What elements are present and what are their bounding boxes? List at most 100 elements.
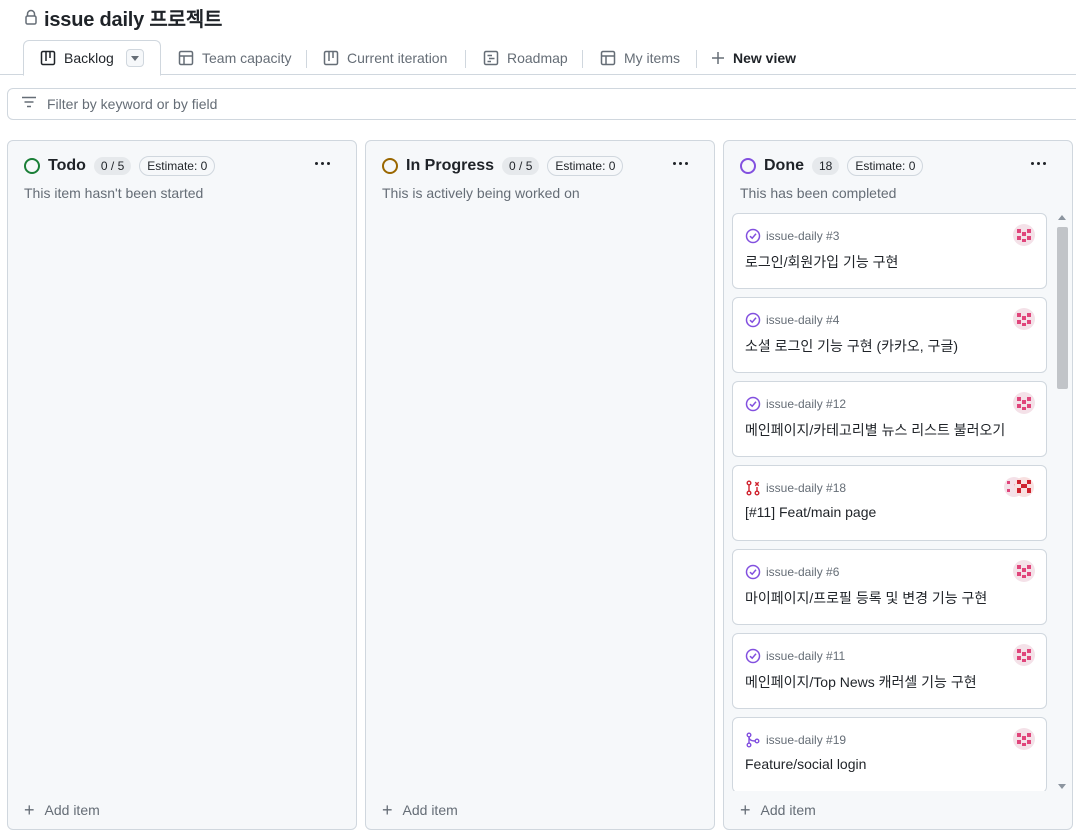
- tab-divider: [465, 50, 466, 68]
- plus-icon: +: [740, 800, 751, 820]
- card-reference[interactable]: issue-daily #3: [745, 228, 839, 244]
- project-title: issue daily 프로젝트: [44, 8, 223, 31]
- pull-request-card[interactable]: issue-daily #19 Feature/social login: [732, 717, 1047, 791]
- avatar[interactable]: [1013, 224, 1035, 246]
- column-menu-button[interactable]: [310, 153, 334, 173]
- card-title[interactable]: 소셜 로그인 기능 구현 (카카오, 구글): [745, 336, 958, 356]
- column-menu-button[interactable]: [1026, 153, 1050, 173]
- card-ref-label: issue-daily #19: [766, 733, 847, 747]
- new-view-label: New view: [733, 49, 797, 66]
- card-reference[interactable]: issue-daily #12: [745, 396, 846, 412]
- card-reference[interactable]: issue-daily #19: [745, 732, 846, 748]
- plus-icon: +: [382, 800, 393, 820]
- card-title[interactable]: 메인페이지/카테고리별 뉴스 리스트 불러오기: [745, 420, 1005, 440]
- board-icon: [323, 50, 339, 66]
- triangle-down-icon: [130, 55, 139, 61]
- estimate-badge: Estimate: 0: [847, 156, 924, 176]
- card-reference[interactable]: issue-daily #11: [745, 648, 845, 664]
- card-title[interactable]: 메인페이지/Top News 캐러셀 기능 구현: [745, 672, 977, 692]
- status-circle-icon: [24, 158, 40, 174]
- item-count-badge: 0 / 5: [93, 157, 132, 175]
- tab-my-items[interactable]: My items: [600, 40, 680, 75]
- lock-icon: [24, 9, 38, 25]
- issue-card[interactable]: issue-daily #12 메인페이지/카테고리별 뉴스 리스트 불러오기: [732, 381, 1047, 457]
- card-title[interactable]: 마이페이지/프로필 등록 및 변경 기능 구현: [745, 588, 987, 608]
- estimate-badge: Estimate: 0: [139, 156, 216, 176]
- avatar[interactable]: [1013, 728, 1035, 750]
- column-done: Done 18 Estimate: 0 This has been comple…: [723, 140, 1073, 830]
- column-in-progress: In Progress 0 / 5 Estimate: 0 This is ac…: [365, 140, 715, 830]
- card-reference[interactable]: issue-daily #6: [745, 564, 839, 580]
- card-title[interactable]: 로그인/회원가입 기능 구현: [745, 252, 898, 272]
- pull-request-card[interactable]: issue-daily #18 [#11] Feat/main page: [732, 465, 1047, 541]
- board-icon: [40, 50, 56, 66]
- issue-card[interactable]: issue-daily #11 메인페이지/Top News 캐러셀 기능 구현: [732, 633, 1047, 709]
- add-item-label: Add item: [44, 802, 100, 818]
- roadmap-icon: [483, 50, 499, 66]
- tab-backlog[interactable]: Backlog: [23, 40, 161, 76]
- estimate-badge: Estimate: 0: [547, 156, 624, 176]
- project-header: issue daily 프로젝트: [24, 5, 223, 31]
- column-header: In Progress 0 / 5 Estimate: 0: [382, 156, 624, 176]
- column-name: Todo: [48, 157, 86, 174]
- issue-card[interactable]: issue-daily #3 로그인/회원가입 기능 구현: [732, 213, 1047, 289]
- tab-current-iteration[interactable]: Current iteration: [323, 40, 447, 75]
- status-circle-icon: [740, 158, 756, 174]
- column-menu-button[interactable]: [668, 153, 692, 173]
- issue-closed-icon: [745, 228, 761, 244]
- card-list: issue-daily #3 로그인/회원가입 기능 구현 issue-dail…: [732, 213, 1048, 791]
- scroll-down-arrow-icon[interactable]: [1058, 784, 1066, 789]
- avatar[interactable]: [1013, 644, 1035, 666]
- filter-input[interactable]: [47, 96, 647, 112]
- add-item-button[interactable]: + Add item: [24, 800, 100, 820]
- tab-team-capacity[interactable]: Team capacity: [178, 40, 291, 75]
- table-icon: [178, 50, 194, 66]
- item-count-badge: 0 / 5: [502, 157, 540, 175]
- avatar[interactable]: [1013, 392, 1035, 414]
- tab-label: My items: [624, 49, 680, 66]
- card-ref-label: issue-daily #12: [766, 397, 847, 411]
- tab-divider: [696, 50, 697, 68]
- tab-divider: [582, 50, 583, 68]
- item-count-badge: 18: [812, 157, 840, 175]
- tab-roadmap[interactable]: Roadmap: [483, 40, 568, 75]
- column-header: Todo 0 / 5 Estimate: 0: [24, 156, 216, 176]
- issue-card[interactable]: issue-daily #6 마이페이지/프로필 등록 및 변경 기능 구현: [732, 549, 1047, 625]
- new-view-button[interactable]: New view: [711, 40, 796, 75]
- card-reference[interactable]: issue-daily #18: [745, 480, 846, 496]
- add-item-button[interactable]: + Add item: [740, 800, 816, 820]
- avatar-group[interactable]: [1003, 476, 1035, 498]
- pull-request-closed-icon: [745, 480, 761, 496]
- filter-icon: [21, 95, 37, 113]
- card-ref-label: issue-daily #4: [766, 313, 840, 327]
- status-circle-icon: [382, 158, 398, 174]
- issue-closed-icon: [745, 396, 761, 412]
- plus-icon: [711, 51, 725, 65]
- issue-card[interactable]: issue-daily #4 소셜 로그인 기능 구현 (카카오, 구글): [732, 297, 1047, 373]
- column-todo: Todo 0 / 5 Estimate: 0 This item hasn't …: [7, 140, 357, 830]
- card-ref-label: issue-daily #6: [766, 565, 840, 579]
- avatar[interactable]: [1013, 560, 1035, 582]
- column-description: This has been completed: [740, 185, 897, 201]
- avatar[interactable]: [1013, 308, 1035, 330]
- card-title[interactable]: [#11] Feat/main page: [745, 504, 876, 520]
- card-ref-label: issue-daily #11: [766, 649, 846, 663]
- add-item-label: Add item: [402, 802, 458, 818]
- tab-label: Current iteration: [347, 49, 448, 66]
- column-description: This is actively being worked on: [382, 185, 580, 201]
- column-description: This item hasn't been started: [24, 185, 204, 201]
- view-options-dropdown[interactable]: [125, 49, 144, 67]
- card-list-scrollbar[interactable]: [1055, 213, 1069, 791]
- scroll-up-arrow-icon[interactable]: [1058, 215, 1066, 220]
- card-ref-label: issue-daily #3: [766, 229, 840, 243]
- tab-label: Backlog: [64, 50, 114, 66]
- tab-label: Roadmap: [507, 49, 568, 66]
- plus-icon: +: [24, 800, 35, 820]
- filter-bar: [7, 88, 1076, 120]
- add-item-button[interactable]: + Add item: [382, 800, 458, 820]
- scrollbar-thumb[interactable]: [1057, 227, 1068, 389]
- card-reference[interactable]: issue-daily #4: [745, 312, 839, 328]
- table-icon: [600, 50, 616, 66]
- card-title[interactable]: Feature/social login: [745, 756, 866, 772]
- issue-closed-icon: [745, 312, 761, 328]
